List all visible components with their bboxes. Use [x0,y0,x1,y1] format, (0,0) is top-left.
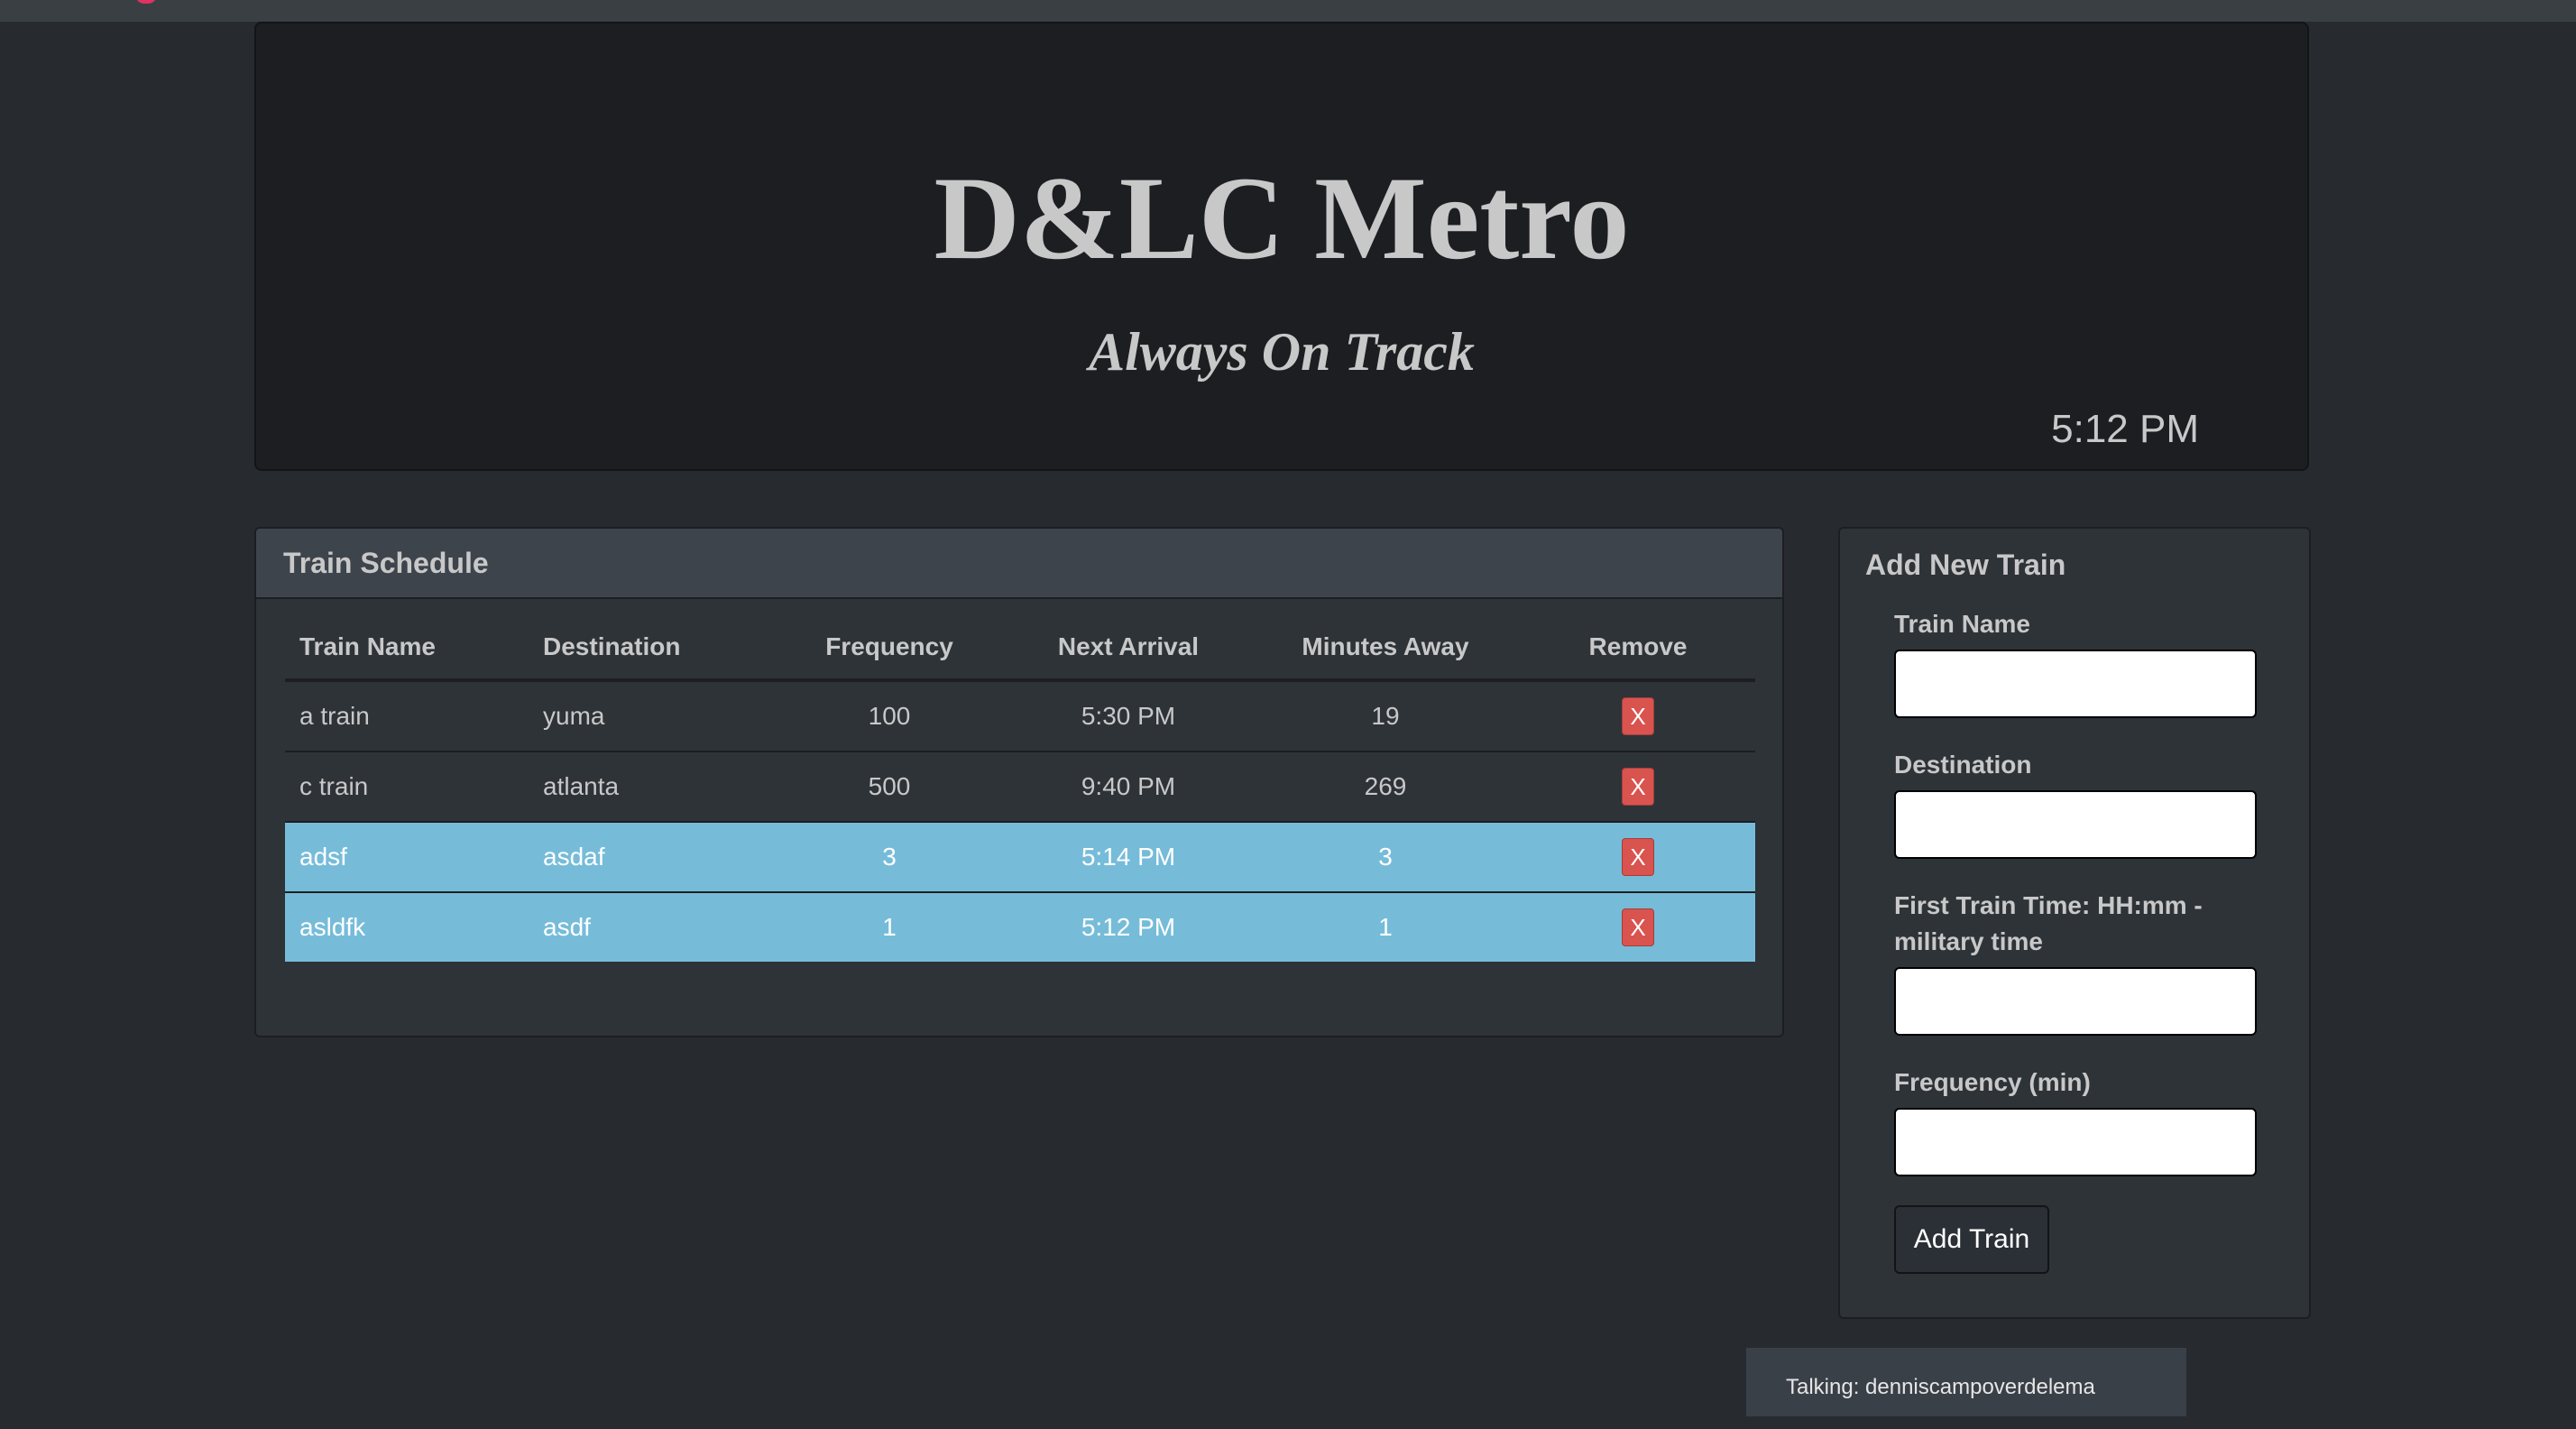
cell-next-arrival: 9:40 PM [1007,751,1250,822]
cell-frequency: 500 [772,751,1007,822]
cell-next-arrival: 5:30 PM [1007,679,1250,751]
record-indicator-icon [135,0,157,4]
remove-button[interactable]: X [1622,908,1654,946]
cell-next-arrival: 5:12 PM [1007,891,1250,962]
first-train-time-input[interactable] [1894,967,2257,1036]
add-train-title: Add New Train [1865,549,2066,581]
browser-top-bar [0,0,2576,22]
panel-heading: Train Schedule [256,529,1782,599]
cell-train-name: adsf [285,821,529,892]
remove-button[interactable]: X [1622,768,1654,806]
cell-frequency: 100 [772,679,1007,751]
column-header-remove: Remove [1521,615,1755,682]
column-header-destination: Destination [529,615,772,682]
cell-remove: X [1521,891,1755,962]
cell-train-name: c train [285,751,529,822]
table-row: c train atlanta 500 9:40 PM 269 X [285,751,1755,822]
cell-destination: yuma [529,679,772,751]
column-header-train-name: Train Name [285,615,529,682]
cell-minutes-away: 19 [1250,679,1521,751]
talking-indicator: Talking: denniscampoverdelema [1746,1348,2186,1416]
cell-next-arrival: 5:14 PM [1007,821,1250,892]
column-header-frequency: Frequency [772,615,1007,682]
column-header-next-arrival: Next Arrival [1007,615,1250,682]
remove-button[interactable]: X [1622,838,1654,876]
cell-destination: asdf [529,891,772,962]
current-time: 5:12 PM [2051,407,2199,451]
cell-train-name: a train [285,679,529,751]
remove-button[interactable]: X [1622,697,1654,735]
table-row: asldfk asdf 1 5:12 PM 1 X [285,891,1755,962]
cell-destination: atlanta [529,751,772,822]
first-train-time-label: First Train Time: HH:mm - military time [1894,891,2203,955]
train-schedule-table: Train Name Destination Frequency Next Ar… [285,615,1755,962]
destination-label: Destination [1894,751,2032,779]
cell-remove: X [1521,821,1755,892]
panel-title: Train Schedule [283,547,489,579]
page-title: D&LC Metro [934,152,1630,284]
frequency-label: Frequency (min) [1894,1068,2091,1096]
cell-minutes-away: 269 [1250,751,1521,822]
cell-train-name: asldfk [285,891,529,962]
train-name-input[interactable] [1894,650,2257,718]
table-row: a train yuma 100 5:30 PM 19 X [285,679,1755,751]
cell-minutes-away: 1 [1250,891,1521,962]
table-header-row: Train Name Destination Frequency Next Ar… [285,615,1755,682]
cell-remove: X [1521,751,1755,822]
cell-destination: asdaf [529,821,772,892]
frequency-input[interactable] [1894,1108,2257,1176]
cell-frequency: 1 [772,891,1007,962]
cell-remove: X [1521,679,1755,751]
header-jumbotron: D&LC Metro Always On Track 5:12 PM [254,22,2309,471]
page-subtitle: Always On Track [1089,322,1475,382]
table-row: adsf asdaf 3 5:14 PM 3 X [285,821,1755,892]
column-header-minutes-away: Minutes Away [1250,615,1521,682]
add-train-button[interactable]: Add Train [1894,1205,2049,1274]
cell-frequency: 3 [772,821,1007,892]
add-train-panel: Add New Train Train Name Destination Fir… [1838,527,2311,1319]
cell-minutes-away: 3 [1250,821,1521,892]
destination-input[interactable] [1894,790,2257,859]
train-name-label: Train Name [1894,610,2030,638]
train-schedule-panel: Train Schedule Train Name Destination Fr… [254,527,1784,1037]
